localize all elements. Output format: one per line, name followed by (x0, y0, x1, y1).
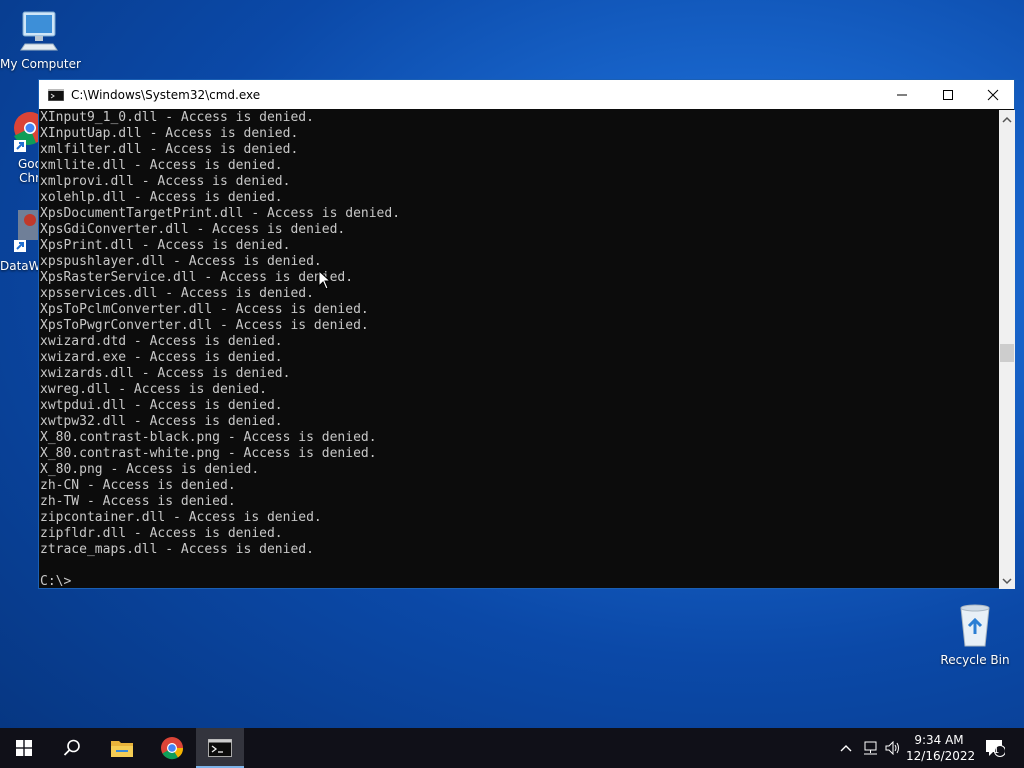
console-line: xpsservices.dll - Access is denied. (40, 286, 314, 301)
search-icon (63, 739, 80, 756)
console-line: xwizard.exe - Access is denied. (40, 350, 283, 365)
console-line: XpsToPwgrConverter.dll - Access is denie… (40, 318, 369, 333)
console-line: xmlprovi.dll - Access is denied. (40, 174, 291, 189)
console-line: X_80.contrast-white.png - Access is deni… (40, 446, 377, 461)
taskbar-file-explorer[interactable] (98, 728, 146, 768)
desktop-icon-dataw[interactable]: DataW (0, 206, 41, 273)
network-button[interactable] (862, 728, 880, 768)
console-line: xmllite.dll - Access is denied. (40, 158, 283, 173)
desktop-icon-recycle-bin[interactable]: Recycle Bin (940, 600, 1010, 667)
close-button[interactable] (970, 80, 1016, 109)
window-title: C:\Windows\System32\cmd.exe (71, 87, 261, 102)
taskbar-chrome[interactable] (148, 728, 196, 768)
console-line: xolehlp.dll - Access is denied. (40, 190, 283, 205)
console-line: XpsPrint.dll - Access is denied. (40, 238, 291, 253)
console-line: xwizards.dll - Access is denied. (40, 366, 291, 381)
window-titlebar[interactable]: C:\Windows\System32\cmd.exe (39, 80, 1014, 109)
minimize-button[interactable] (879, 80, 925, 109)
mouse-pointer-icon (318, 270, 332, 290)
scroll-down-button[interactable] (999, 573, 1015, 587)
desktop-icon-my-computer[interactable]: My Computer (0, 8, 81, 71)
maximize-icon (943, 89, 953, 100)
show-hidden-icons-button[interactable] (838, 728, 854, 768)
console-line: C:\> (40, 574, 72, 589)
notification-count: 1 (993, 745, 1000, 756)
volume-icon (885, 741, 899, 755)
folder-icon (111, 741, 133, 757)
console-line: xwreg.dll - Access is denied. (40, 382, 267, 397)
clock-date: 12/16/2022 (906, 749, 976, 763)
cmd-app-icon (208, 739, 232, 757)
desktop-icon-label: Goo Chr (18, 157, 42, 185)
console-line: XInput9_1_0.dll - Access is denied. (40, 110, 314, 125)
console-line: xmlfilter.dll - Access is denied. (40, 142, 299, 157)
console-line: zh-TW - Access is denied. (40, 494, 236, 509)
console-line: X_80.contrast-black.png - Access is deni… (40, 430, 377, 445)
chevron-up-icon (1002, 116, 1012, 123)
minimize-icon (897, 94, 907, 95)
console-line: XpsRasterService.dll - Access is denied. (40, 270, 354, 285)
app-shortcut-icon (14, 210, 40, 252)
volume-button[interactable] (884, 728, 902, 768)
computer-icon (20, 11, 58, 51)
desktop-icon-google-chrome[interactable]: Goo Chr (0, 108, 46, 185)
chevron-up-icon (840, 745, 852, 752)
windows-logo-icon (16, 740, 32, 756)
desktop-icon-label: DataW (0, 259, 41, 273)
close-icon (987, 89, 999, 100)
scroll-thumb[interactable] (1000, 344, 1014, 362)
console-line: XpsToPclmConverter.dll - Access is denie… (40, 302, 369, 317)
maximize-button[interactable] (925, 80, 971, 109)
search-button[interactable] (48, 728, 96, 768)
console-line: XpsGdiConverter.dll - Access is denied. (40, 222, 346, 237)
console-line: xpspushlayer.dll - Access is denied. (40, 254, 322, 269)
network-icon (864, 741, 877, 755)
chrome-icon (161, 737, 184, 760)
console-output[interactable]: XInput9_1_0.dll - Access is denied. XInpu… (39, 110, 999, 589)
console-line: xwtpw32.dll - Access is denied. (40, 414, 283, 429)
console-line: XInputUap.dll - Access is denied. (40, 126, 299, 141)
recycle-bin-icon (960, 604, 990, 647)
chevron-down-icon (1002, 578, 1012, 585)
console-line: xwtpdui.dll - Access is denied. (40, 398, 283, 413)
start-button[interactable] (0, 728, 48, 768)
desktop-icon-label: Recycle Bin (940, 653, 1010, 667)
cmd-window[interactable]: C:\Windows\System32\cmd.exe XInput9_1_0.… (38, 79, 1015, 589)
desktop-icon-label: My Computer (0, 57, 81, 71)
console-line: zipcontainer.dll - Access is denied. (40, 510, 322, 525)
scroll-up-button[interactable] (999, 112, 1015, 126)
system-clock[interactable]: 9:34 AM 12/16/2022 (906, 732, 976, 764)
console-line: X_80.png - Access is denied. (40, 462, 260, 477)
vertical-scrollbar[interactable] (999, 110, 1015, 589)
taskbar: 9:34 AM 12/16/2022 (0, 728, 1024, 768)
clock-time: 9:34 AM (914, 733, 964, 747)
taskbar-cmd[interactable] (196, 728, 244, 768)
console-line: ztrace_maps.dll - Access is denied. (40, 542, 314, 557)
console-line: XpsDocumentTargetPrint.dll - Access is d… (40, 206, 401, 221)
cmd-app-icon (48, 88, 64, 101)
console-line: zh-CN - Access is denied. (40, 478, 236, 493)
console-line: zipfldr.dll - Access is denied. (40, 526, 283, 541)
chrome-icon (14, 112, 46, 152)
console-line: xwizard.dtd - Access is denied. (40, 334, 283, 349)
